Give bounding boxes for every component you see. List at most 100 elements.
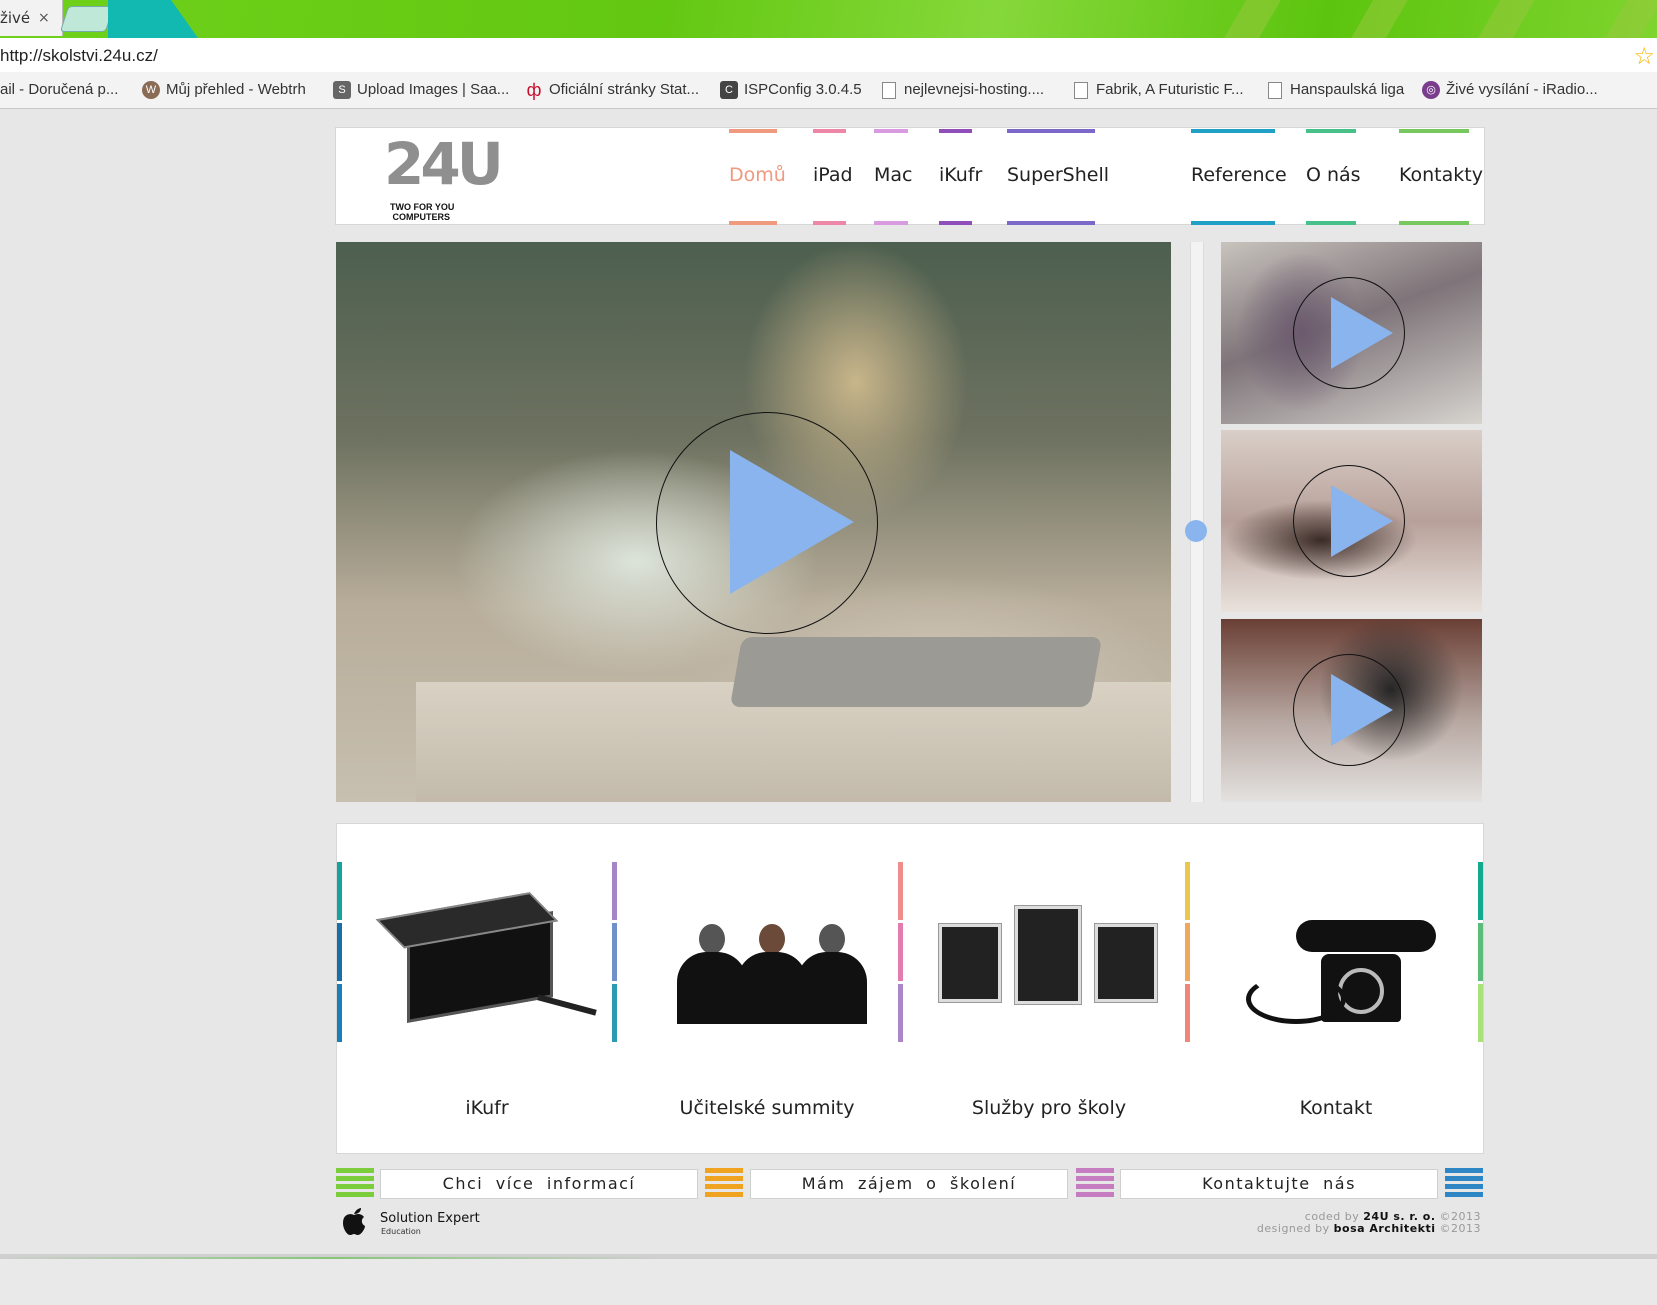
bookmark-label: Upload Images | Saa... [357,81,510,98]
nav-item-supershell[interactable]: SuperShell [1007,128,1109,225]
logo[interactable]: 24U TWO FOR YOU COMPUTERS [384,130,524,222]
feature-services[interactable]: Služby pro školy [909,824,1189,1153]
video-thumbnail[interactable] [1221,242,1482,424]
play-icon [1331,485,1393,557]
feature-ikufr[interactable]: iKufr [347,824,627,1153]
training-interest-button[interactable]: Mám zájem o školení [750,1169,1068,1199]
page-icon [1268,81,1282,99]
new-tab-button[interactable] [59,6,115,32]
video-thumbnail[interactable] [1221,619,1482,802]
bookmark-item[interactable]: ◎ Živé vysílání - iRadio... [1422,81,1598,100]
features-section: iKufr Učitelské summity Služby pro školy… [336,823,1484,1154]
cta-stripes [1076,1168,1114,1198]
feature-separator [337,862,342,1042]
ispconfig-icon: C [720,81,738,100]
solution-expert-subtitle: Education [381,1227,421,1236]
bookmark-label: ail - Doručená p... [0,81,119,98]
nav-bar-top [939,129,972,133]
bookmark-label: Můj přehled - Webtrh [166,81,306,98]
site-header: 24U TWO FOR YOU COMPUTERS Domů iPad Mac iKu… [335,127,1485,225]
bookmark-item[interactable]: nejlevnejsi-hosting.... [882,81,1044,99]
feature-caption[interactable]: Kontakt [1196,1097,1476,1119]
nav-item-domů[interactable]: Domů [729,128,786,225]
bookmark-item[interactable]: Fabrik, A Futuristic F... [1074,81,1244,99]
bookmark-item[interactable]: ф Oficiální stránky Stat... [525,81,699,99]
teachers-icon [657,884,877,1024]
nav-item-ipad[interactable]: iPad [813,128,853,225]
nav-label: Domů [729,164,786,186]
page-icon [882,81,896,99]
nav-bar-top [874,129,908,133]
feature-caption[interactable]: Služby pro školy [909,1097,1189,1119]
nav-label: iPad [813,164,853,186]
hero-video[interactable] [336,242,1171,802]
nav-item-kontakty[interactable]: Kontakty [1399,128,1483,225]
nav-bar-bottom [1399,221,1469,225]
nav-label: Reference [1191,164,1287,186]
close-icon[interactable]: × [38,0,50,36]
bookmark-label: Oficiální stránky Stat... [549,81,700,98]
nav-item-o-nás[interactable]: O nás [1306,128,1361,225]
saa-icon: S [333,81,351,100]
bookmarks-bar: ail - Doručená p... W Můj přehled - Webtr… [0,72,1657,109]
nav-bar-bottom [1306,221,1356,225]
nav-bar-top [729,129,777,133]
nav-bar-bottom [874,221,908,225]
nav-item-reference[interactable]: Reference [1191,128,1287,225]
nav-bar-bottom [729,221,777,225]
logo-mark: 24U [384,130,504,198]
nav-bar-top [1007,129,1095,133]
nav-label: O nás [1306,164,1361,186]
bookmark-label: Hanspaulská liga [1290,81,1405,98]
bookmark-item[interactable]: ail - Doručená p... [0,81,118,98]
nav-label: Kontakty [1399,164,1483,186]
feature-caption[interactable]: iKufr [347,1097,627,1119]
video-slider-handle[interactable] [1185,520,1207,542]
nav-bar-bottom [1007,221,1095,225]
designed-by-link[interactable]: bosa Architekti [1334,1222,1436,1235]
feature-caption[interactable]: Učitelské summity [627,1097,907,1119]
iradio-icon: ◎ [1422,81,1440,100]
nav-bar-top [1191,129,1275,133]
nav-bar-top [1306,129,1356,133]
cta-stripes [705,1168,743,1198]
stat-icon: ф [526,80,542,101]
address-bar[interactable]: http://skolstvi.24u.cz/ ☆ [0,38,1657,73]
nav-bar-bottom [1191,221,1275,225]
star-icon[interactable]: ☆ [1633,42,1655,70]
bookmark-label: nejlevnejsi-hosting.... [904,81,1045,98]
hero-photo-tablet [729,637,1103,707]
play-icon [730,450,854,594]
nav-bar-top [1399,129,1469,133]
nav-label: Mac [874,164,913,186]
webtrh-icon: W [142,81,160,100]
cta-stripes [336,1168,374,1198]
bookmark-label: Živé vysílání - iRadio... [1446,81,1598,98]
cta-stripes [1445,1168,1483,1198]
tablets-icon [939,884,1159,1024]
bookmark-item[interactable]: Hanspaulská liga [1268,81,1404,99]
video-thumbnail[interactable] [1221,430,1482,612]
apple-icon [343,1208,365,1235]
nav-bar-bottom [813,221,846,225]
bookmark-item[interactable]: W Můj přehled - Webtrh [142,81,306,100]
solution-expert-title: Solution Expert [380,1211,480,1226]
nav-item-mac[interactable]: Mac [874,128,913,225]
logo-tagline: TWO FOR YOU COMPUTERS [390,202,455,222]
feature-contact[interactable]: Kontakt [1196,824,1476,1153]
more-info-button[interactable]: Chci více informací [380,1169,698,1199]
browser-tab[interactable]: živé × [0,0,63,36]
nav-label: iKufr [939,164,983,186]
feature-separator [1478,862,1483,1042]
nav-bar-top [813,129,846,133]
bookmark-item[interactable]: C ISPConfig 3.0.4.5 [720,81,862,100]
contact-us-button[interactable]: Kontaktujte nás [1120,1169,1438,1199]
designed-by-credit: designed by bosa Architekti ©2013 [1256,1222,1481,1235]
feature-summits[interactable]: Učitelské summity [627,824,907,1153]
play-icon [1331,674,1393,746]
nav-item-ikufr[interactable]: iKufr [939,128,983,225]
telephone-icon [1226,884,1446,1024]
tab-title: živé [0,9,31,27]
bookmark-item[interactable]: S Upload Images | Saa... [333,81,510,100]
url-text[interactable]: http://skolstvi.24u.cz/ [0,46,158,66]
